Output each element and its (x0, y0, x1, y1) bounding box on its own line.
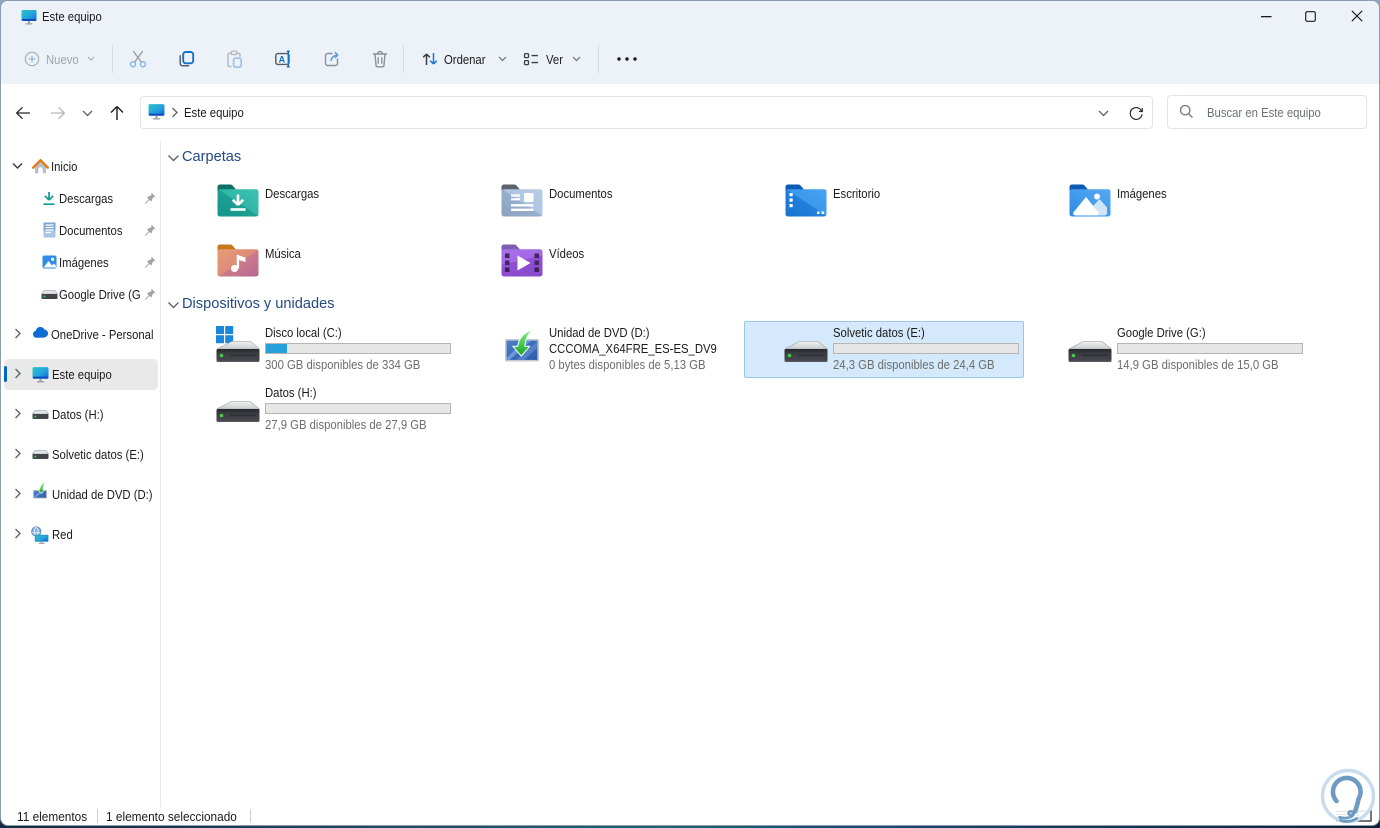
svg-text:A: A (279, 54, 286, 64)
